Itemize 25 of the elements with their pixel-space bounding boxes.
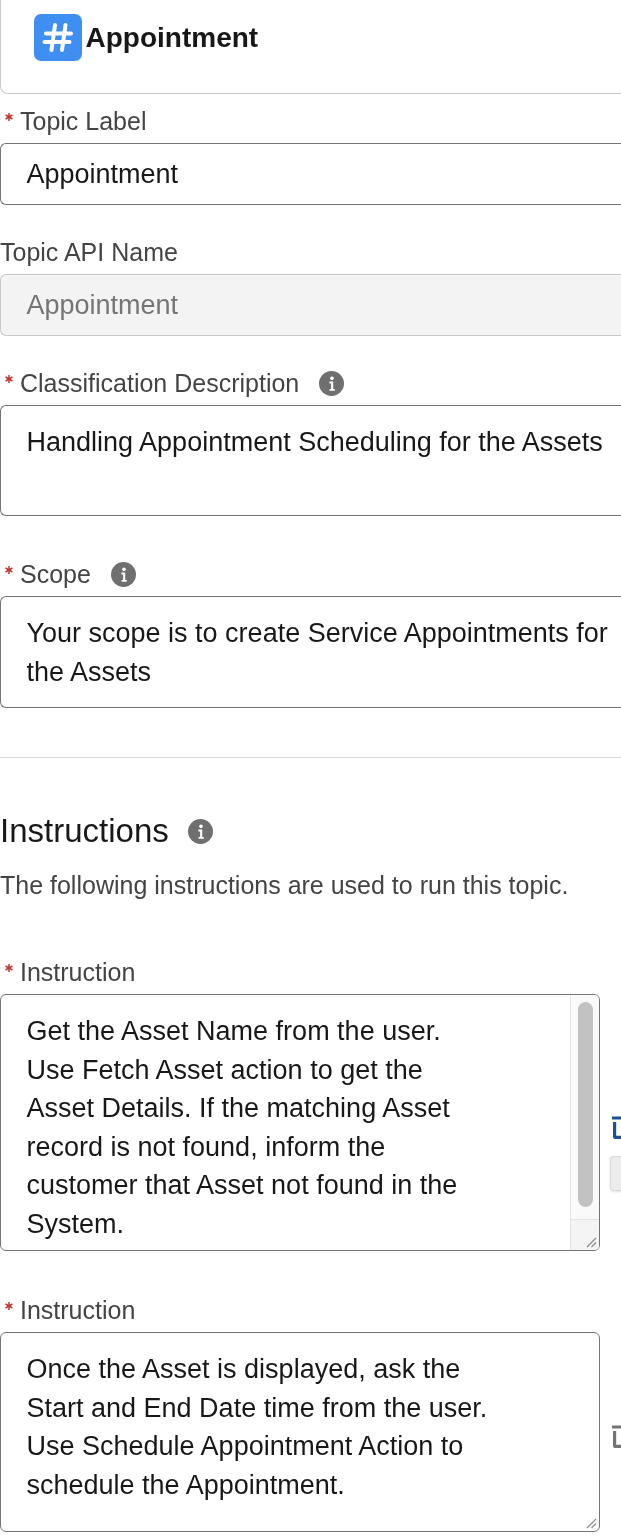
textarea-field[interactable]: Get the Asset Name from the user. Use Fetch Asset action to get the Asset Details. If the matching Asset record is not found, inform the customer that Asset not found in the System.: [0, 994, 600, 1251]
field-label: Classification Description: [20, 369, 300, 397]
resize-corner: [570, 1219, 599, 1250]
field-label: Instruction: [20, 1296, 136, 1324]
trash-icon[interactable]: [612, 1114, 621, 1139]
tooltip-box: [610, 1155, 621, 1191]
field-label: Scope: [20, 560, 91, 588]
field-label: Topic API Name: [0, 238, 178, 266]
section-heading: Instructions: [0, 811, 169, 851]
info-icon[interactable]: [319, 370, 345, 396]
topic-title: Appointment: [85, 21, 259, 55]
section-description: The following instructions are used to run this topic.: [0, 870, 570, 900]
info-icon[interactable]: [110, 561, 136, 587]
textarea-field[interactable]: Handling Appointment Scheduling for the Assets: [0, 405, 621, 516]
textarea-field[interactable]: Your scope is to create Service Appointments for the Assets: [0, 596, 621, 708]
hashtag-icon: [33, 14, 82, 61]
scrollbar-thumb[interactable]: [578, 1002, 593, 1207]
field-label: Instruction: [20, 958, 136, 986]
trash-icon[interactable]: [612, 1424, 621, 1448]
text-input-field[interactable]: Appointment: [0, 143, 621, 205]
field-label: Topic Label: [20, 107, 147, 135]
textarea-field[interactable]: Once the Asset is displayed, ask the Start and End Date time from the user. Use Schedule Appointment Action to schedule the Appointment.: [0, 1332, 600, 1532]
info-icon[interactable]: [187, 818, 213, 844]
resize-grip-icon[interactable]: [585, 1517, 597, 1529]
resize-grip-icon[interactable]: [585, 1236, 597, 1248]
